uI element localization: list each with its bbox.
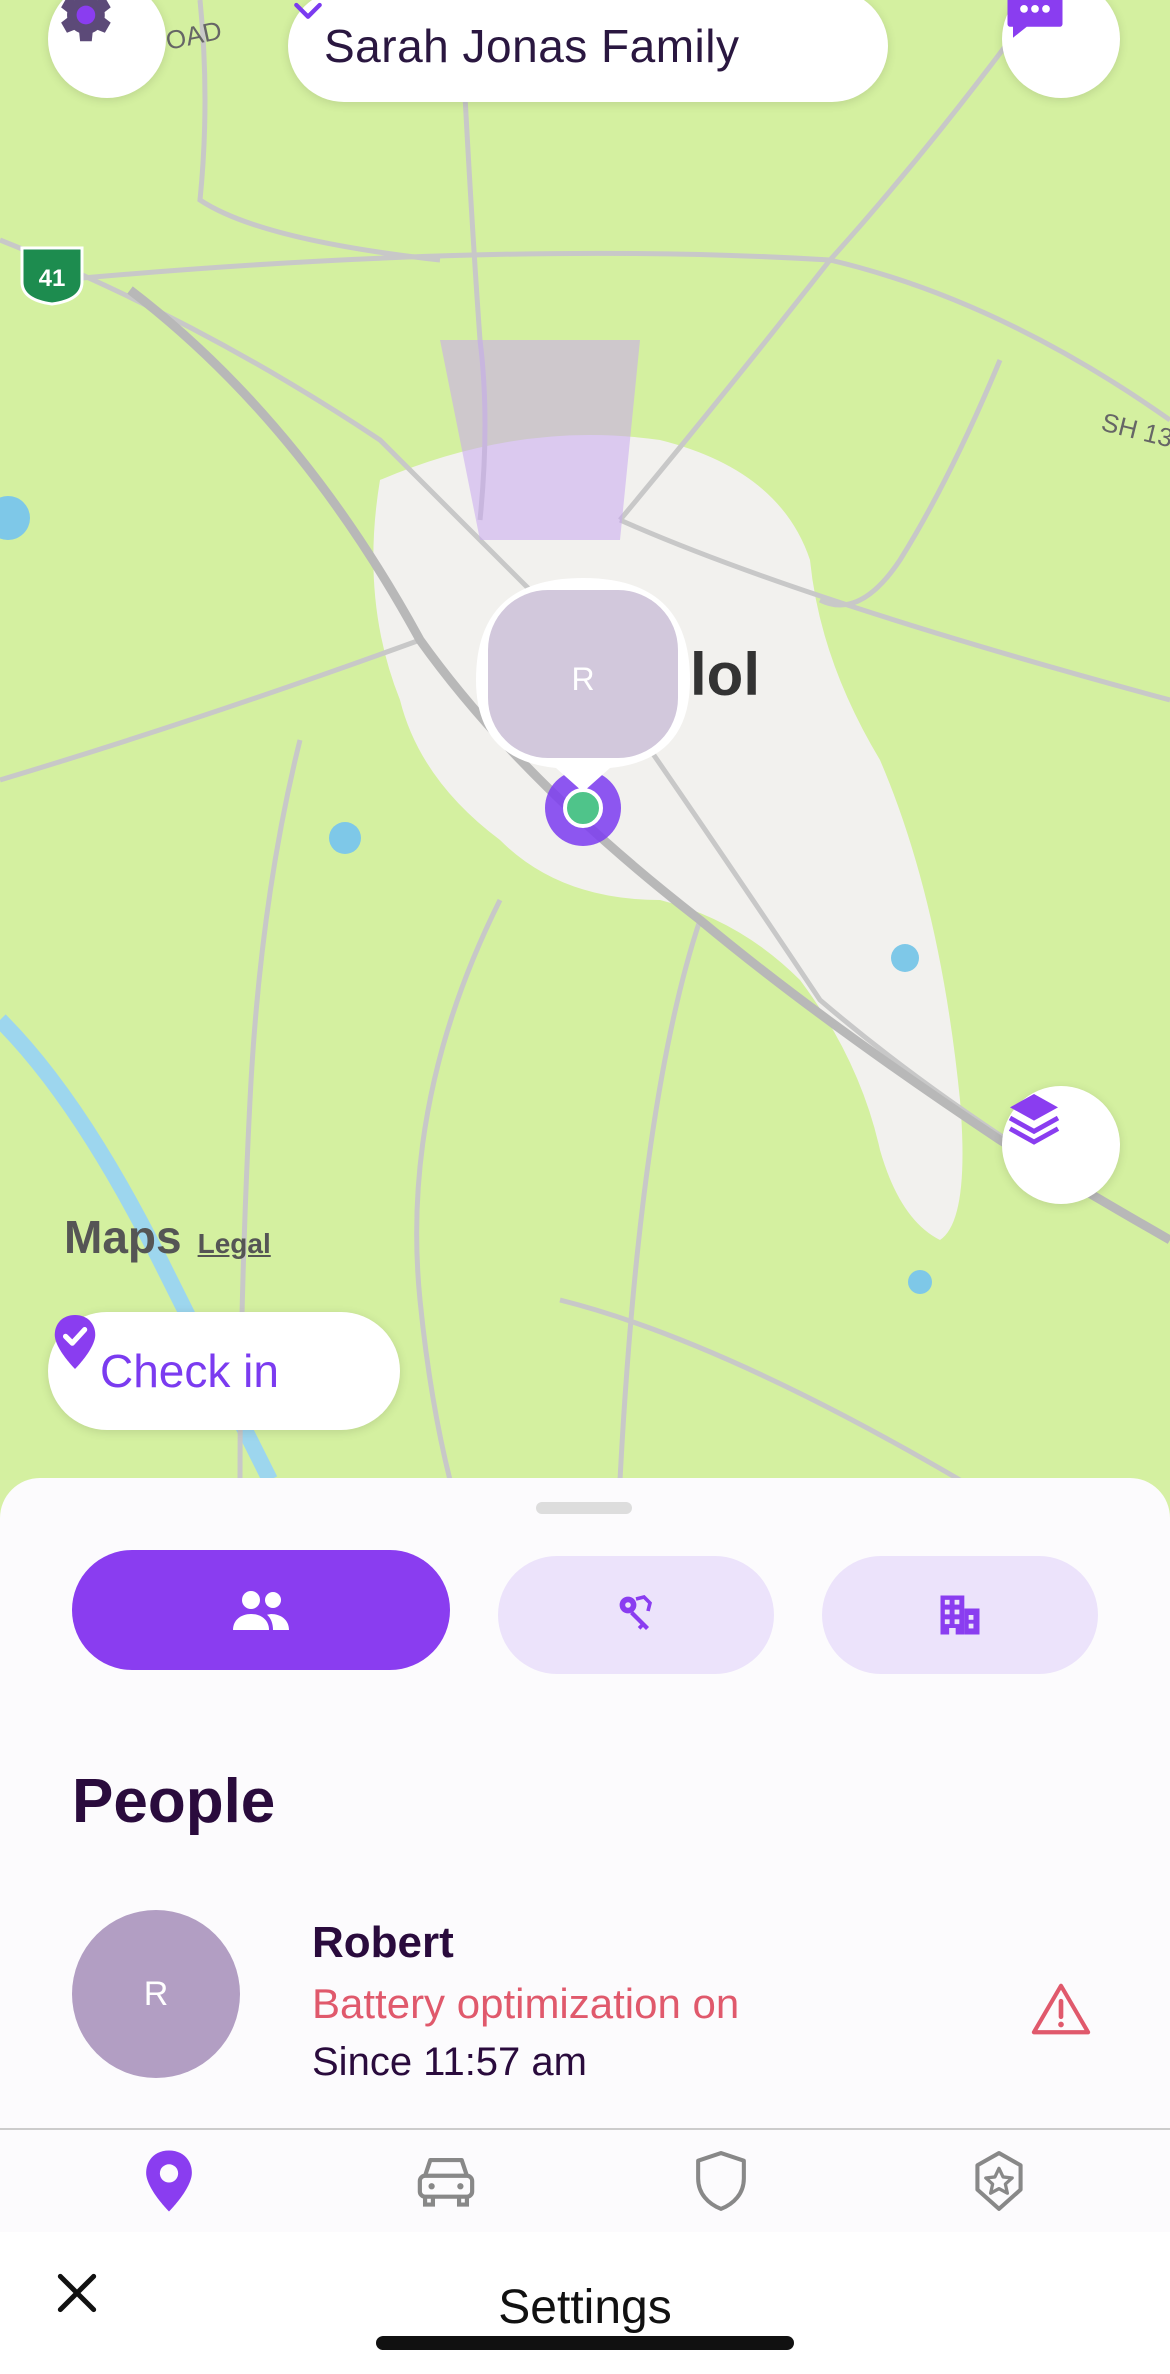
map-view[interactable]: 41 OAD SH 13 R lol Sarah Jonas Family Ma…	[0, 0, 1170, 1480]
avatar-initial: R	[143, 1974, 169, 2013]
tab-bar	[0, 2128, 1170, 2234]
bottom-sheet: People R Robert Battery optimization on …	[0, 1478, 1170, 2130]
person-status: Battery optimization on	[312, 1980, 740, 2027]
water-body	[329, 822, 361, 854]
highway-shield-number: 41	[39, 265, 66, 292]
water-body	[0, 496, 30, 540]
family-selector[interactable]: Sarah Jonas Family	[288, 0, 888, 102]
bottom-title: Settings	[498, 2281, 672, 2334]
location-pin-icon	[146, 2150, 192, 2212]
map-layers-button[interactable]	[1002, 1086, 1120, 1204]
check-pin-icon	[54, 1315, 96, 1369]
star-badge-icon	[975, 2151, 1023, 2211]
segment-keys[interactable]	[498, 1556, 774, 1674]
sheet-drag-handle[interactable]	[536, 1502, 632, 1514]
keys-icon	[619, 1595, 652, 1630]
water-body	[891, 944, 919, 972]
warning-icon[interactable]	[1030, 1980, 1092, 2038]
home-indicator	[376, 2336, 794, 2350]
location-dot-center	[563, 788, 603, 828]
people-icon	[233, 1591, 289, 1630]
bottom-bar: Settings	[0, 2232, 1170, 2374]
avatar: R	[72, 1910, 240, 2078]
maps-logo: Maps	[64, 1211, 182, 1263]
tab-safety[interactable]	[690, 2148, 752, 2219]
person-name: Robert	[312, 1918, 454, 1967]
segment-places[interactable]	[822, 1556, 1098, 1674]
apple-maps-attribution: Maps Legal	[64, 1210, 271, 1264]
tab-location[interactable]	[138, 2148, 200, 2219]
section-title: People	[72, 1767, 276, 1836]
legal-link[interactable]: Legal	[198, 1228, 271, 1260]
town-area	[373, 435, 963, 1240]
tab-membership[interactable]	[966, 2148, 1032, 2219]
layers-icon	[1008, 1094, 1060, 1145]
person-marker-initial: R	[571, 661, 594, 697]
car-icon	[417, 2157, 475, 2207]
city-label: lol	[690, 641, 760, 708]
buildings-icon	[940, 1595, 980, 1635]
gear-icon	[61, 0, 111, 42]
check-in-label: Check in	[100, 1345, 279, 1397]
chat-bubble-icon	[1007, 0, 1063, 38]
person-since: Since 11:57 am	[312, 2040, 587, 2084]
road-label: OAD	[163, 15, 224, 56]
water-body	[908, 1270, 932, 1294]
family-name: Sarah Jonas Family	[324, 20, 740, 72]
tab-driving[interactable]	[412, 2148, 480, 2219]
segment-people[interactable]	[72, 1550, 450, 1670]
check-in-button[interactable]: Check in	[48, 1312, 400, 1430]
shield-icon	[696, 2151, 746, 2211]
chevron-down-icon	[294, 2, 322, 19]
